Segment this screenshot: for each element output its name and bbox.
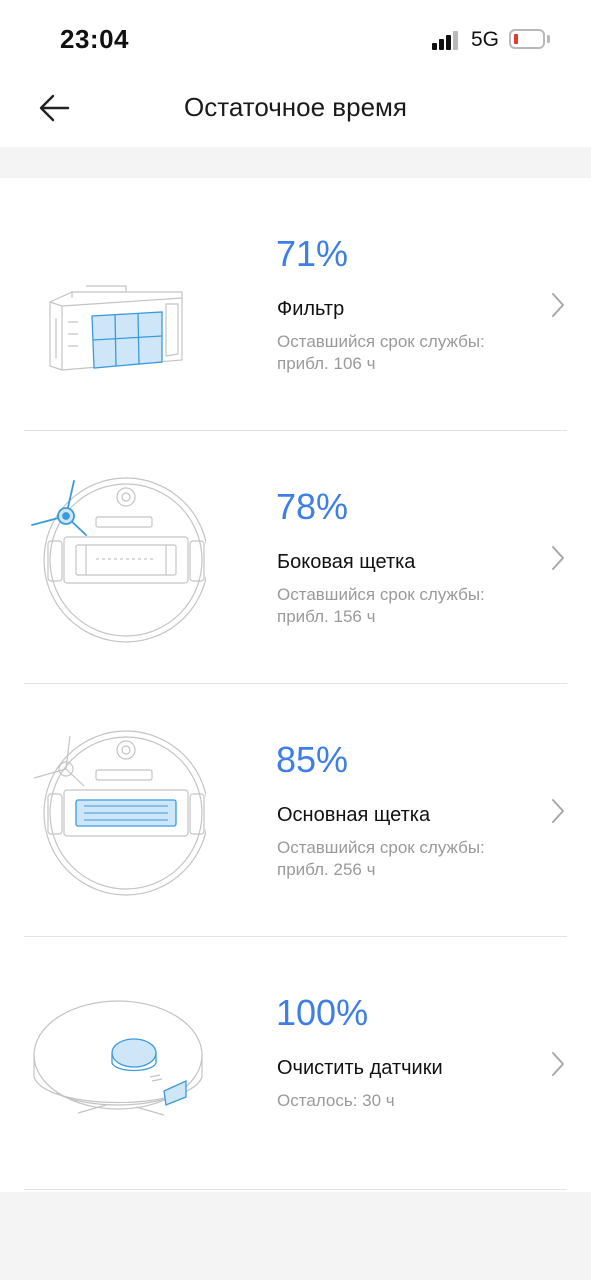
- item-name: Основная щетка: [277, 804, 431, 826]
- percent-value: 85%: [276, 739, 349, 780]
- list-item-main-brush[interactable]: 85% Основная щетка Оставшийся срок служб…: [0, 684, 591, 937]
- list-item-filter[interactable]: 71% Фильтр Оставшийся срок службы: прибл…: [0, 178, 591, 431]
- percent-value: 78%: [276, 486, 349, 527]
- item-name: Очистить датчики: [277, 1057, 443, 1079]
- item-description: Оставшийся срок службы: прибл. 156 ч: [277, 585, 485, 626]
- item-description: Осталось: 30 ч: [277, 1091, 395, 1110]
- network-type: 5G: [471, 28, 500, 51]
- chevron-right-icon: [552, 546, 564, 570]
- status-time: 23:04: [60, 24, 129, 54]
- item-name: Фильтр: [277, 298, 345, 320]
- consumables-list: 71% Фильтр Оставшийся срок службы: прибл…: [0, 178, 591, 1192]
- status-bar: 23:04 5G: [0, 0, 591, 78]
- chevron-right-icon: [552, 799, 564, 823]
- list-item-sensors[interactable]: 100% Очистить датчики Осталось: 30 ч: [0, 937, 591, 1190]
- item-description: Оставшийся срок службы: прибл. 256 ч: [277, 838, 485, 879]
- side-brush-icon: [31, 477, 206, 643]
- battery-icon: [509, 29, 545, 49]
- percent-value: 71%: [276, 233, 349, 274]
- chevron-right-icon: [552, 1052, 564, 1076]
- item-description: Оставшийся срок службы: прибл. 106 ч: [277, 332, 485, 373]
- nav-bar: Остаточное время: [0, 78, 591, 146]
- signal-icon: [432, 30, 462, 50]
- section-spacer: [0, 147, 591, 178]
- list-item-side-brush[interactable]: 78% Боковая щетка Оставшийся срок службы…: [0, 431, 591, 684]
- sensor-icon: [33, 1000, 203, 1116]
- page-title: Остаточное время: [184, 92, 407, 122]
- divider: [24, 1189, 567, 1190]
- percent-value: 100%: [276, 992, 369, 1033]
- main-brush-icon: [33, 730, 206, 896]
- filter-icon: [49, 285, 183, 371]
- item-name: Боковая щетка: [277, 551, 416, 573]
- bottom-spacer: [0, 1192, 591, 1280]
- chevron-right-icon: [552, 293, 564, 317]
